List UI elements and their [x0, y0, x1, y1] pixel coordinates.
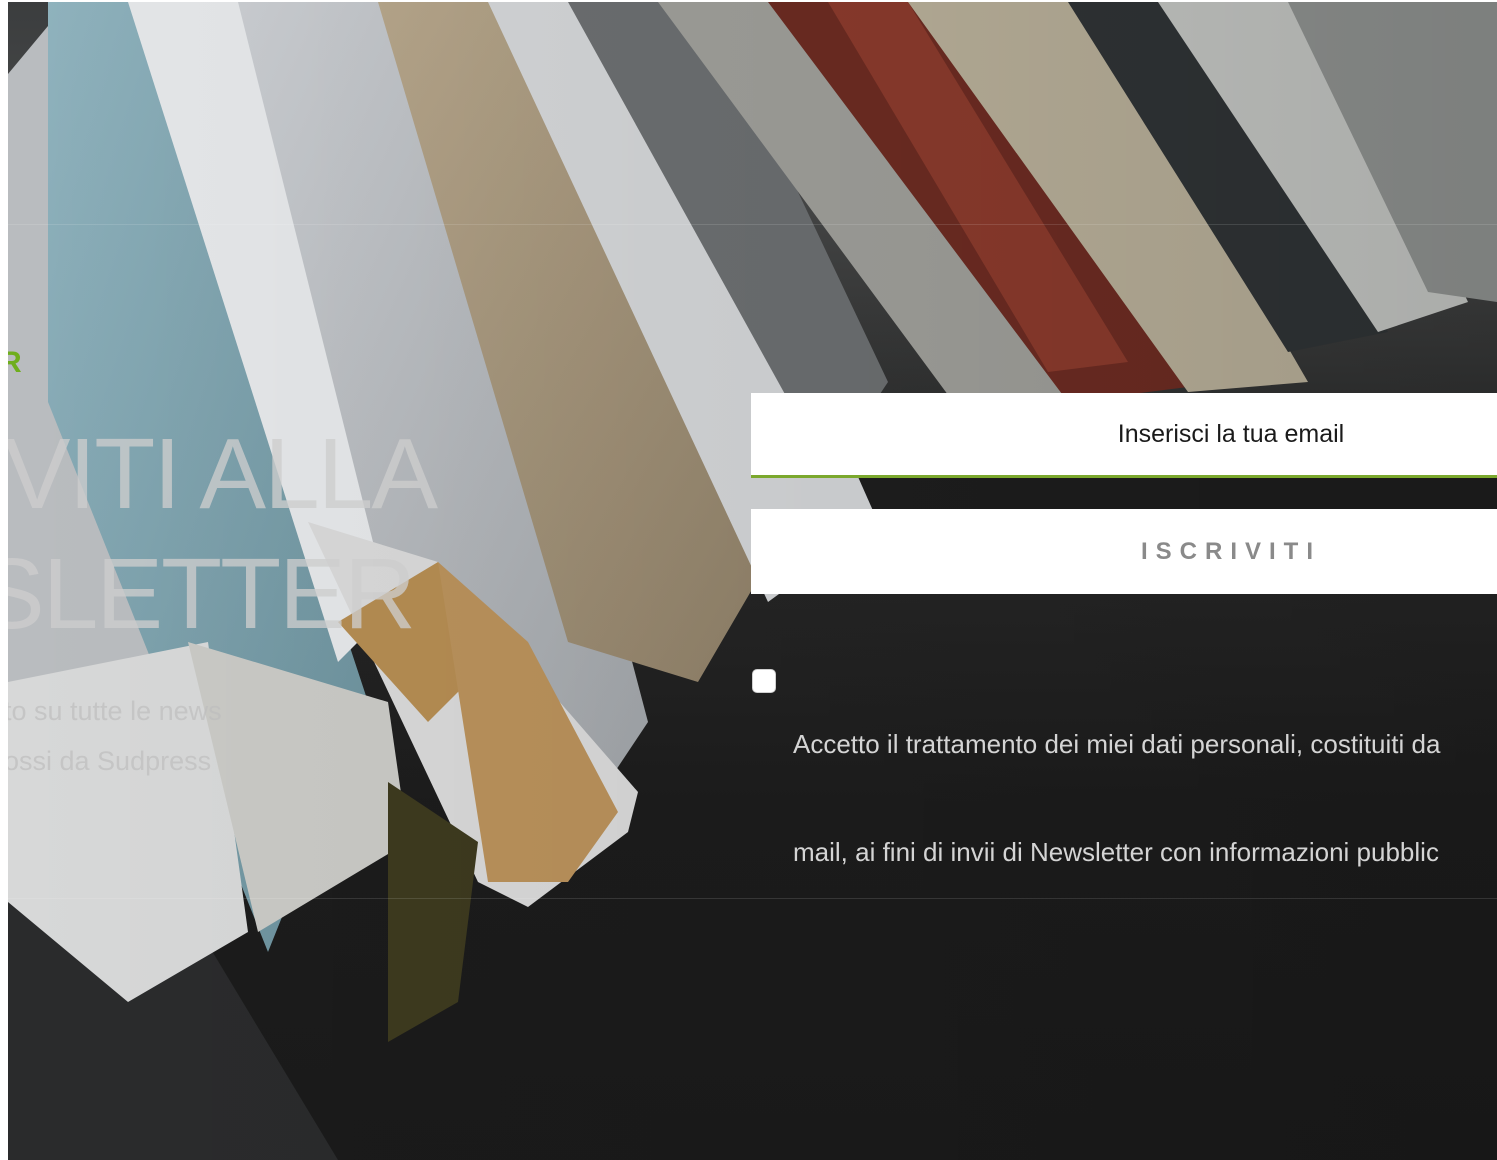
newsletter-section: R IVITI ALLA SLETTER to su tutte le news…: [8, 2, 1497, 1160]
consent-label: Accetto il trattamento dei miei dati per…: [793, 654, 1497, 942]
consent-line-1: Accetto il trattamento dei miei dati per…: [793, 729, 1441, 759]
subtitle-line-2: ossi da Sudpress: [8, 746, 212, 776]
divider-top: [8, 224, 1497, 225]
subtitle-line-1: to su tutte le news: [8, 696, 222, 726]
section-kicker: R: [8, 346, 24, 379]
subscribe-button[interactable]: ISCRIVITI: [751, 509, 1497, 594]
email-input[interactable]: [751, 393, 1497, 478]
consent-checkbox[interactable]: [752, 669, 776, 693]
section-title: IVITI ALLA SLETTER: [8, 414, 438, 654]
title-line-2: SLETTER: [8, 538, 416, 650]
consent-line-2: mail, ai fini di invii di Newsletter con…: [793, 837, 1439, 867]
section-subtitle: to su tutte le news ossi da Sudpress: [8, 686, 222, 786]
title-line-1: IVITI ALLA: [8, 418, 438, 530]
